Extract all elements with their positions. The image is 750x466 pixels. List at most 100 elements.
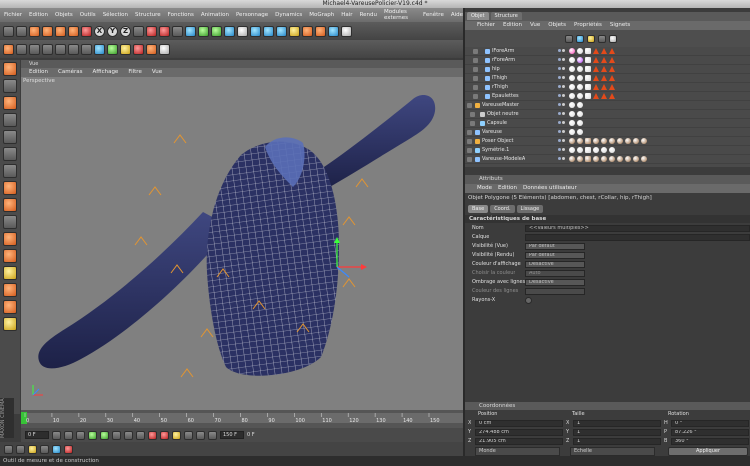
- next-frame-icon[interactable]: [112, 430, 121, 440]
- magnet-icon[interactable]: [315, 25, 326, 37]
- om-layer-icon[interactable]: [598, 34, 606, 43]
- polygons-tool-icon[interactable]: [3, 164, 17, 178]
- object-name[interactable]: rForeArm: [492, 56, 515, 65]
- material-tag-icon[interactable]: [585, 75, 591, 81]
- material-tag-icon[interactable]: [641, 138, 647, 144]
- ik-tag-icon[interactable]: [593, 84, 599, 90]
- scale-icon[interactable]: [55, 25, 66, 37]
- rotation-field[interactable]: 87.226 °: [671, 429, 749, 436]
- menu-rendu[interactable]: Rendu: [360, 12, 377, 18]
- material-tag-icon[interactable]: [577, 156, 583, 162]
- object-row[interactable]: hip: [465, 65, 750, 74]
- object-name[interactable]: VareuseMaster: [482, 101, 519, 110]
- material-tag-icon[interactable]: [585, 147, 591, 153]
- material-tag-icon[interactable]: [577, 138, 583, 144]
- object-row[interactable]: rThigh: [465, 83, 750, 92]
- ik-tag-icon[interactable]: [593, 48, 599, 54]
- prev-frame-icon[interactable]: [76, 430, 85, 440]
- camera-icon[interactable]: [276, 25, 287, 37]
- material-tag-icon[interactable]: [569, 57, 575, 63]
- environment-icon[interactable]: [263, 25, 274, 37]
- menu-hair[interactable]: Hair: [341, 12, 352, 18]
- object-row[interactable]: rForeArm: [465, 56, 750, 65]
- cloth-icon[interactable]: [341, 25, 352, 37]
- menu-mograph[interactable]: MoGraph: [309, 12, 334, 18]
- expand-toggle-icon[interactable]: [473, 94, 478, 99]
- om-menu-signets[interactable]: Signets: [610, 21, 630, 30]
- size-field[interactable]: 1: [573, 420, 661, 427]
- material-tag-icon[interactable]: [601, 147, 607, 153]
- key-scale-icon[interactable]: [196, 430, 205, 440]
- object-row[interactable]: Poser Object: [465, 137, 750, 146]
- material-tag-icon[interactable]: [577, 57, 583, 63]
- measure-icon[interactable]: [3, 317, 17, 331]
- next-key-icon[interactable]: [124, 430, 133, 440]
- viewport-menu-affichage[interactable]: Affichage: [92, 68, 118, 77]
- ik-tag-icon[interactable]: [601, 48, 607, 54]
- material-tag-icon[interactable]: [577, 129, 583, 135]
- vertex-icon[interactable]: [159, 43, 170, 55]
- visibility-dots-icon[interactable]: [558, 94, 566, 99]
- om-menu-fichier[interactable]: Fichier: [477, 21, 495, 30]
- expand-toggle-icon[interactable]: [467, 139, 472, 144]
- material-new-icon[interactable]: [4, 444, 13, 454]
- bend-icon[interactable]: [3, 232, 17, 246]
- ik-tag-icon[interactable]: [609, 48, 615, 54]
- visibility-dots-icon[interactable]: [558, 103, 566, 108]
- object-name[interactable]: hip: [492, 65, 500, 74]
- material-tag-icon[interactable]: [593, 156, 599, 162]
- object-row[interactable]: lForeArm: [465, 47, 750, 56]
- material-tag-icon[interactable]: [633, 138, 639, 144]
- material-tag-icon[interactable]: [585, 93, 591, 99]
- viewport-menu-cameras[interactable]: Caméras: [58, 68, 82, 77]
- axis-x-icon[interactable]: X: [94, 25, 105, 37]
- tab-objet[interactable]: Objet: [467, 12, 489, 20]
- position-field[interactable]: 0 cm: [475, 420, 563, 427]
- ik-tag-icon[interactable]: [609, 75, 615, 81]
- size-field[interactable]: 1: [573, 438, 661, 445]
- ik-tag-icon[interactable]: [593, 75, 599, 81]
- visibility-dots-icon[interactable]: [558, 139, 566, 144]
- ik-tag-icon[interactable]: [593, 66, 599, 72]
- texture-tool-icon[interactable]: [3, 96, 17, 110]
- material-tag-icon[interactable]: [577, 48, 583, 54]
- redo-icon[interactable]: [16, 25, 27, 37]
- property-checkbox[interactable]: [525, 297, 532, 304]
- snap-icon[interactable]: [107, 43, 118, 55]
- tab-lissage[interactable]: Lissage: [516, 205, 544, 213]
- visibility-dots-icon[interactable]: [558, 58, 566, 63]
- material-tag-icon[interactable]: [593, 138, 599, 144]
- object-row[interactable]: Vareuse-ModeleA: [465, 155, 750, 164]
- twist-icon[interactable]: [3, 249, 17, 263]
- material-tag-icon[interactable]: [641, 156, 647, 162]
- menu-aide[interactable]: Aide: [451, 12, 463, 18]
- autokey-icon[interactable]: [160, 430, 169, 440]
- go-start-icon[interactable]: [52, 430, 61, 440]
- 3d-viewport[interactable]: Perspective: [21, 77, 463, 410]
- expand-toggle-icon[interactable]: [470, 112, 475, 117]
- deformer-icon[interactable]: [224, 25, 235, 37]
- visibility-dots-icon[interactable]: [558, 49, 566, 54]
- expand-toggle-icon[interactable]: [473, 85, 478, 90]
- go-end-icon[interactable]: [136, 430, 145, 440]
- layout-icon[interactable]: [328, 25, 339, 37]
- magnet-tool-icon[interactable]: [3, 300, 17, 314]
- keyframe-icon[interactable]: [120, 43, 131, 55]
- material-render-icon[interactable]: [64, 444, 73, 454]
- menu-personnage[interactable]: Personnage: [236, 12, 268, 18]
- material-tag-icon[interactable]: [577, 111, 583, 117]
- brush-icon[interactable]: [302, 25, 313, 37]
- expand-toggle-icon[interactable]: [467, 157, 472, 162]
- render-view-icon[interactable]: [146, 25, 157, 37]
- material-tag-icon[interactable]: [617, 156, 623, 162]
- om-menu-vue[interactable]: Vue: [530, 21, 540, 30]
- menu-outils[interactable]: Outils: [80, 12, 96, 18]
- polygons-mode-icon[interactable]: [81, 43, 92, 55]
- ik-tag-icon[interactable]: [601, 66, 607, 72]
- material-tag-icon[interactable]: [569, 111, 575, 117]
- render-settings-icon[interactable]: [172, 25, 183, 37]
- material-tag-icon[interactable]: [569, 66, 575, 72]
- material-tag-icon[interactable]: [569, 129, 575, 135]
- material-tag-icon[interactable]: [585, 48, 591, 54]
- light-icon[interactable]: [289, 25, 300, 37]
